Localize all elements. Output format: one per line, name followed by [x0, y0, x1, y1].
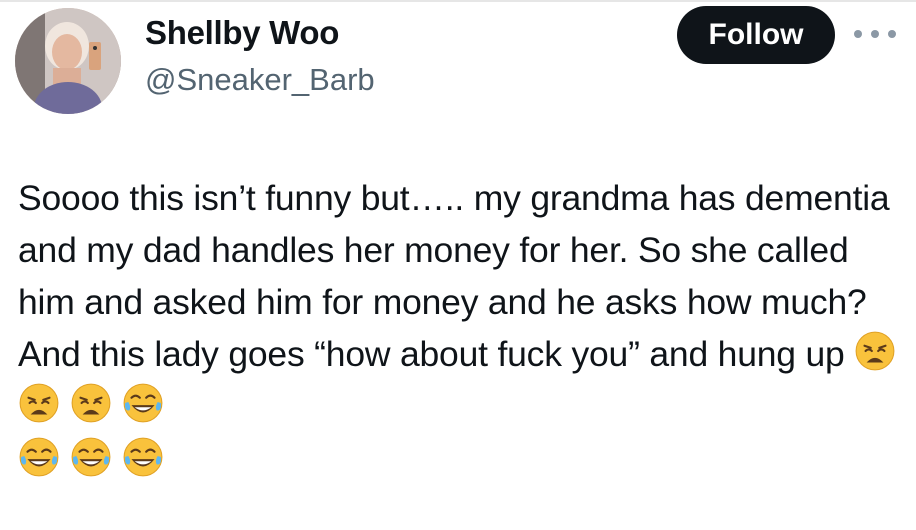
tweet-body: Soooo this isn’t funny but….. my grandma…: [18, 172, 908, 486]
laughing-tears-emoji-icon: [122, 382, 164, 424]
weary-face-emoji-icon: [854, 330, 896, 372]
divider: [0, 0, 916, 2]
dot: [854, 30, 862, 38]
dot: [888, 30, 896, 38]
laughing-tears-emoji-icon: [18, 436, 60, 478]
author-handle[interactable]: @Sneaker_Barb: [145, 64, 375, 95]
tweet-text: Soooo this isn’t funny but….. my grandma…: [18, 178, 900, 374]
author-display-name[interactable]: Shellby Woo: [145, 16, 339, 49]
laughing-tears-emoji-icon: [70, 436, 112, 478]
emoji-group-second-line: [18, 434, 908, 486]
weary-face-emoji-icon: [18, 382, 60, 424]
laughing-tears-emoji-icon: [122, 436, 164, 478]
dot: [871, 30, 879, 38]
follow-button[interactable]: Follow: [677, 6, 835, 64]
more-horizontal-icon[interactable]: [850, 24, 900, 44]
tweet-card: Shellby Woo @Sneaker_Barb Follow Soooo t…: [0, 0, 916, 530]
avatar[interactable]: [15, 8, 121, 114]
profile-photo-icon: [15, 8, 121, 114]
weary-face-emoji-icon: [70, 382, 112, 424]
